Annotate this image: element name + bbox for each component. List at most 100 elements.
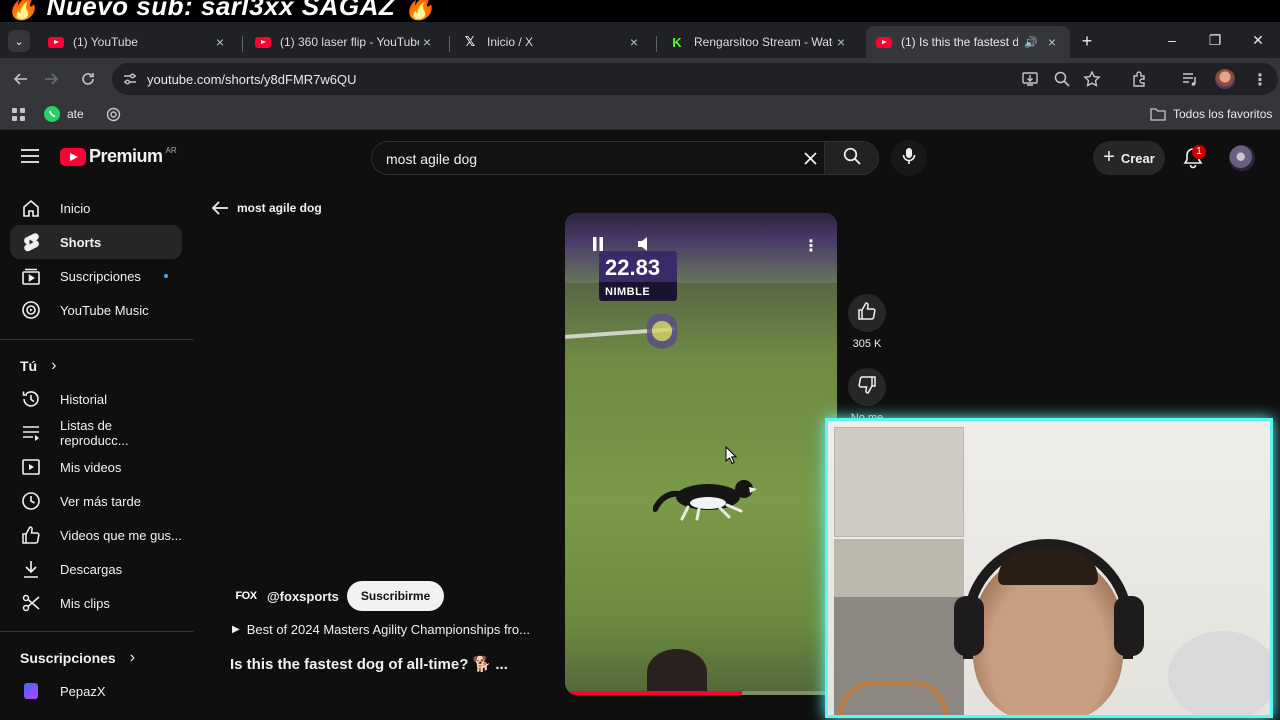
thumbs-down-icon <box>857 375 877 400</box>
history-icon <box>20 388 42 410</box>
close-icon[interactable]: × <box>1044 34 1060 50</box>
pillow <box>1168 631 1270 715</box>
media-controls-icon[interactable] <box>1181 70 1199 93</box>
search-input[interactable]: most agile dog <box>371 141 825 175</box>
chevron-right-icon: › <box>51 357 57 374</box>
close-icon[interactable]: × <box>212 34 228 50</box>
subscribe-button[interactable]: Suscribirme <box>346 581 445 611</box>
sidebar-divider <box>0 631 193 632</box>
score-name: NIMBLE <box>605 286 651 298</box>
sidebar-label: Videos que me gus... <box>60 527 182 543</box>
stream-banner: 🔥 Nuevo sub: sarl3xx SAGAZ 🔥 <box>0 0 1280 22</box>
chatgpt-bookmark-icon[interactable] <box>106 107 121 125</box>
tab-360-laser-flip[interactable]: (1) 360 laser flip - YouTube × <box>245 26 445 58</box>
sidebar-you-header[interactable]: Tú › <box>20 357 56 375</box>
fox-sports-logo[interactable]: FOX <box>233 587 259 605</box>
close-icon[interactable]: × <box>626 34 642 50</box>
sidebar-divider <box>0 339 193 340</box>
channel-handle[interactable]: @foxsports <box>267 589 339 604</box>
youtube-logo-icon <box>60 147 86 166</box>
tab-fastest-dog[interactable]: (1) Is this the fastest dog 🔊 × <box>866 26 1070 58</box>
back-arrow-icon[interactable] <box>9 67 33 91</box>
bookmarks-bar: ate Todos los favoritos <box>0 100 1280 130</box>
sidebar-label: Historial <box>60 391 107 407</box>
playlist-title: Best of 2024 Masters Agility Championshi… <box>246 622 530 637</box>
install-app-icon[interactable] <box>1021 70 1039 93</box>
sidebar-item-listas[interactable]: Listas de reproducc... <box>10 416 182 450</box>
playlist-link[interactable]: ▶ Best of 2024 Masters Agility Champions… <box>232 622 530 637</box>
youtube-icon <box>255 34 271 50</box>
voice-search-button[interactable] <box>891 140 927 176</box>
back-label: most agile dog <box>237 201 322 215</box>
youtube-icon <box>48 34 64 50</box>
kitchen-cabinet <box>834 427 964 537</box>
browser-menu-icon[interactable]: ⋮ <box>1252 70 1268 90</box>
sidebar-label: Mis clips <box>60 595 110 611</box>
bookmark-ate[interactable]: ate <box>44 106 84 122</box>
my-videos-icon <box>20 456 42 478</box>
short-title[interactable]: Is this the fastest dog of all-time? 🐕 .… <box>230 655 508 673</box>
window-close-button[interactable]: ✕ <box>1236 22 1280 58</box>
account-avatar[interactable] <box>1229 145 1255 171</box>
dislike-button[interactable] <box>848 368 886 406</box>
channel-avatar <box>20 680 42 702</box>
hamburger-menu-icon[interactable] <box>21 149 39 168</box>
sidebar-label: Mis videos <box>60 459 122 475</box>
like-button[interactable] <box>848 294 886 332</box>
zoom-icon[interactable] <box>1053 70 1071 93</box>
apps-grid-icon[interactable] <box>11 107 26 125</box>
forward-arrow-icon[interactable] <box>39 67 63 91</box>
sidebar-subscriptions-header[interactable]: Suscripciones › <box>20 649 135 667</box>
new-tab-button[interactable]: + <box>1076 30 1098 52</box>
sidebar-item-mis-clips[interactable]: Mis clips <box>10 586 182 620</box>
tab-x-inicio[interactable]: 𝕏 Inicio / X × <box>452 26 652 58</box>
playlists-icon <box>20 422 42 444</box>
tab-search-chevron-icon[interactable]: ⌄ <box>8 30 30 52</box>
sidebar-label: Inicio <box>60 200 91 216</box>
clear-search-icon[interactable] <box>804 152 817 170</box>
sidebar-label: Shorts <box>60 234 102 250</box>
close-icon[interactable]: × <box>419 34 435 50</box>
dog-figure <box>653 480 757 521</box>
youtube-premium-logo[interactable]: Premium AR <box>60 146 177 167</box>
restore-button[interactable]: ❐ <box>1193 22 1237 58</box>
kick-icon: K <box>672 34 682 50</box>
reload-icon[interactable] <box>76 67 100 91</box>
create-label: Crear <box>1120 150 1155 166</box>
webcam-overlay <box>825 418 1273 718</box>
address-bar[interactable]: youtube.com/shorts/y8dFMR7w6QU ⋮ <box>112 63 1278 95</box>
short-video-player[interactable]: ⋮ 22.83 NIMBLE <box>565 213 837 695</box>
subscriptions-icon <box>20 265 42 287</box>
all-bookmarks-folder[interactable]: Todos los favoritos <box>1150 107 1272 121</box>
sidebar-item-historial[interactable]: Historial <box>10 382 182 416</box>
microphone-icon <box>902 147 916 170</box>
sidebar-item-youtube-music[interactable]: YouTube Music <box>10 293 182 327</box>
profile-avatar[interactable] <box>1215 69 1235 89</box>
site-settings-icon[interactable] <box>122 71 138 92</box>
tab-kick-stream[interactable]: K Rengarsitoo Stream - Watch × <box>659 26 859 58</box>
home-icon <box>20 197 42 219</box>
sidebar-channel-pepazx[interactable]: PepazX <box>10 674 182 708</box>
sidebar-item-shorts[interactable]: Shorts <box>10 225 182 259</box>
scissors-icon <box>20 592 42 614</box>
bookmark-star-icon[interactable] <box>1083 70 1101 93</box>
create-button[interactable]: + Crear <box>1093 141 1165 175</box>
sidebar-label: Descargas <box>60 561 123 577</box>
banner-text: 🔥 Nuevo sub: sarl3xx SAGAZ 🔥 <box>6 0 436 21</box>
extensions-icon[interactable] <box>1131 70 1149 93</box>
close-icon[interactable]: × <box>833 34 849 50</box>
minimize-button[interactable]: – <box>1150 22 1194 58</box>
speaker-icon[interactable]: 🔊 <box>1024 36 1038 49</box>
sidebar-item-inicio[interactable]: Inicio <box>10 191 182 225</box>
sidebar-item-descargas[interactable]: Descargas <box>10 552 182 586</box>
channel-row: FOX @foxsports Suscribirme <box>233 581 445 611</box>
sidebar-item-suscripciones[interactable]: Suscripciones <box>10 259 182 293</box>
tab-youtube[interactable]: (1) YouTube × <box>38 26 238 58</box>
more-options-icon[interactable]: ⋮ <box>803 236 819 256</box>
sidebar-item-mis-videos[interactable]: Mis videos <box>10 450 182 484</box>
sidebar-item-videos-me-gustan[interactable]: Videos que me gus... <box>10 518 182 552</box>
back-to-search[interactable]: most agile dog <box>212 201 322 215</box>
search-button[interactable] <box>825 141 879 175</box>
streamer-hair <box>998 549 1098 585</box>
sidebar-item-ver-mas-tarde[interactable]: Ver más tarde <box>10 484 182 518</box>
